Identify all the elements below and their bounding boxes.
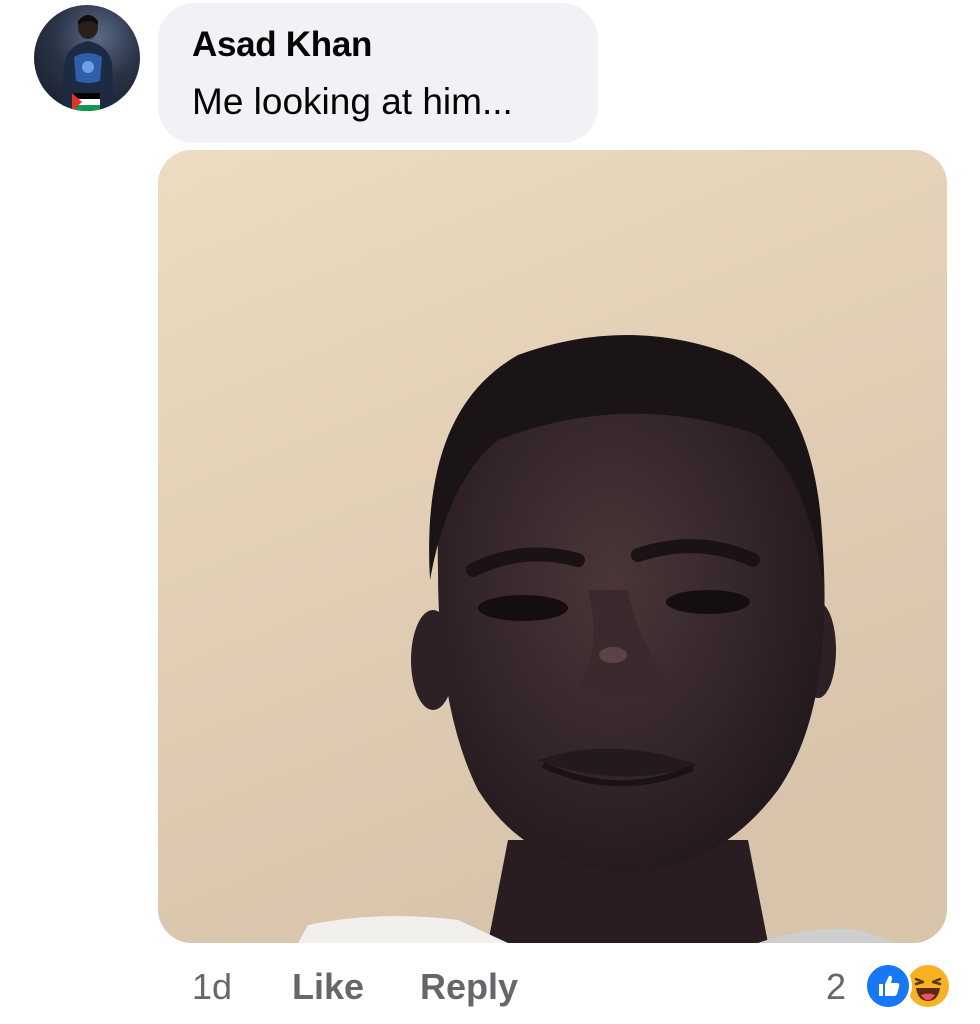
like-reaction-icon — [864, 962, 912, 1010]
meme-photo-icon — [158, 150, 947, 943]
comment-photo-attachment[interactable] — [158, 150, 947, 943]
avatar[interactable] — [34, 5, 140, 111]
reaction-summary[interactable]: 2 — [826, 962, 956, 1012]
like-button[interactable]: Like — [292, 966, 364, 1008]
comment-bubble: Asad Khan Me looking at him... — [158, 3, 598, 143]
comment-actions: 1d Like Reply 2 — [0, 960, 980, 1016]
profile-avatar-icon — [62, 15, 114, 111]
comment-timestamp[interactable]: 1d — [192, 966, 232, 1008]
comment-author[interactable]: Asad Khan — [192, 25, 372, 65]
reaction-count: 2 — [826, 966, 847, 1007]
reply-button[interactable]: Reply — [420, 966, 518, 1008]
comment-text: Me looking at him... — [192, 81, 513, 122]
